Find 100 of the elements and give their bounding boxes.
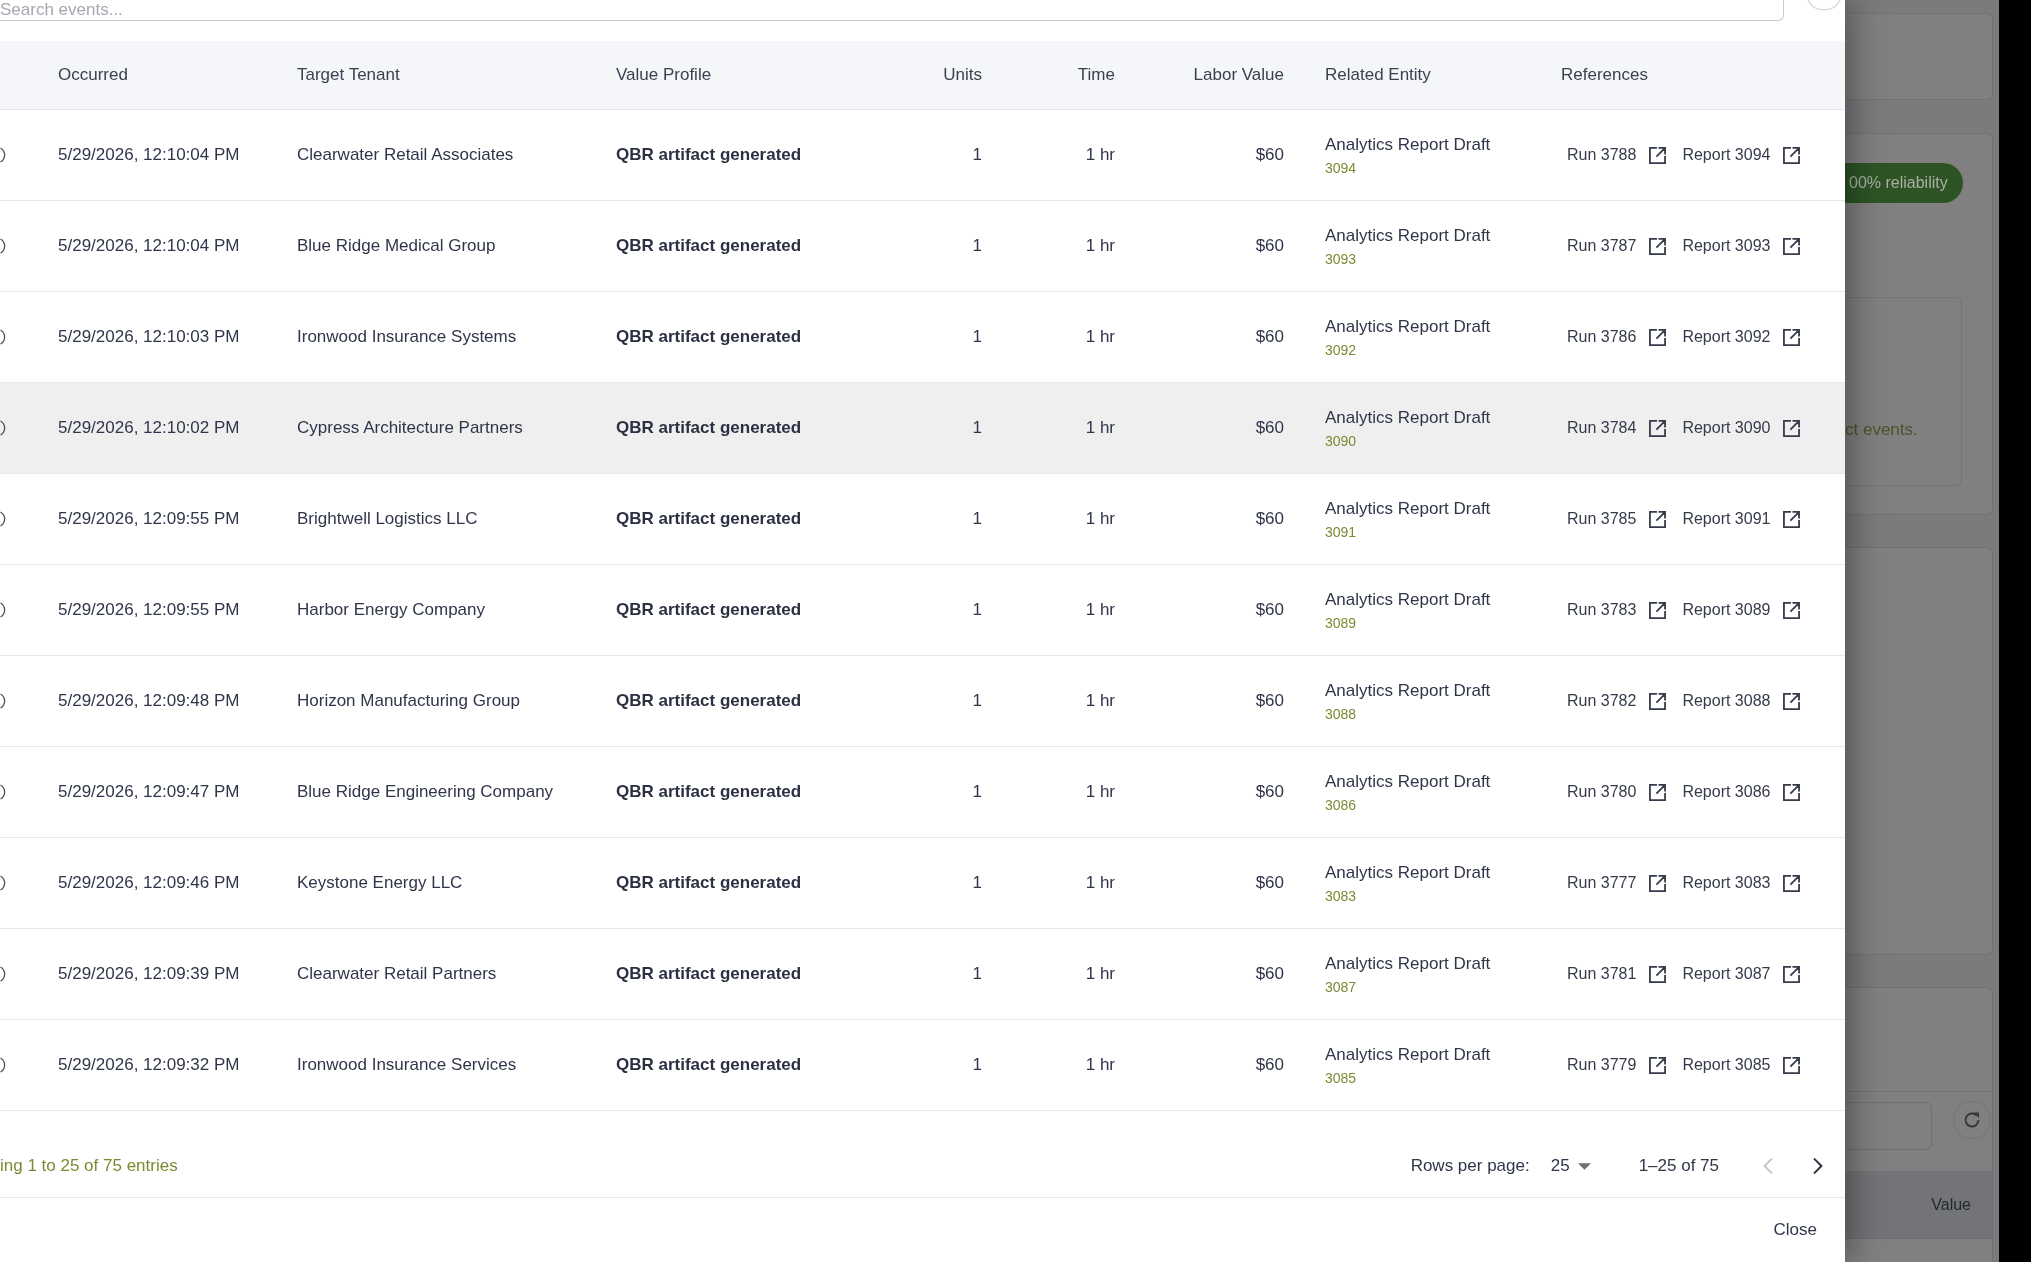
entity-name: Analytics Report Draft	[1325, 315, 1491, 338]
reference-link[interactable]: Report 3088	[1676, 689, 1807, 713]
chevron-left-icon	[1763, 1158, 1773, 1174]
reference-link[interactable]: Report 3087	[1676, 962, 1807, 986]
table-cell-text: 5/29/2026, 12:09:46 PM	[57, 872, 241, 894]
table-cell-text: $60	[1254, 599, 1285, 621]
table-cell-text: 1 hr	[1084, 690, 1116, 712]
table-cell-text: 1	[971, 963, 983, 985]
table-cell-text: 1 hr	[1084, 1054, 1116, 1076]
reference-link[interactable]: Run 3780	[1561, 780, 1673, 804]
reference-link[interactable]: Report 3083	[1676, 871, 1807, 895]
reference-link[interactable]: Run 3777	[1561, 871, 1673, 895]
reference-link[interactable]: Report 3090	[1676, 416, 1807, 440]
rows-per-page-select[interactable]: 25	[1550, 1155, 1591, 1177]
external-link-icon	[1649, 783, 1667, 801]
table-cell-text: $60	[1254, 326, 1285, 348]
search-field[interactable]: Search events...	[0, 0, 1784, 21]
reference-link[interactable]: Report 3085	[1676, 1053, 1807, 1077]
table-cell-text: 5/29/2026, 12:10:03 PM	[57, 326, 241, 348]
table-cell-text: Brightwell Logistics LLC	[296, 508, 479, 530]
reference-link[interactable]: Run 3785	[1561, 507, 1673, 531]
entity-id: 3093	[1325, 249, 1357, 268]
reference-link[interactable]: Run 3784	[1561, 416, 1673, 440]
entity-name: Analytics Report Draft	[1325, 133, 1491, 156]
table-cell-text: 1 hr	[1084, 144, 1116, 166]
caret-icon	[1577, 1162, 1591, 1170]
table-cell-text: $60	[1254, 872, 1285, 894]
table-cell-text: Clearwater Retail Partners	[296, 963, 498, 985]
table-cell-text: QBR artifact generated	[615, 508, 803, 530]
notice-text: ct events.	[1845, 419, 1918, 441]
entity-name: Analytics Report Draft	[1325, 497, 1491, 520]
reference-link[interactable]: Report 3091	[1676, 507, 1807, 531]
table-cell-text: Blue Ridge Engineering Company	[296, 781, 555, 803]
column-header: Occurred	[57, 64, 129, 86]
table-cell-text: Clearwater Retail Associates	[296, 144, 515, 166]
reference-link[interactable]: Report 3092	[1676, 325, 1807, 349]
entity-name: Analytics Report Draft	[1325, 588, 1491, 611]
reference-link[interactable]: Run 3786	[1561, 325, 1673, 349]
external-link-icon	[1783, 510, 1801, 528]
table-cell-text: 1	[971, 690, 983, 712]
reference-link[interactable]: Run 3782	[1561, 689, 1673, 713]
external-link-icon	[1783, 419, 1801, 437]
external-link-icon	[1649, 146, 1667, 164]
reference-link[interactable]: Report 3086	[1676, 780, 1807, 804]
refresh-icon	[1962, 1110, 1982, 1130]
table-cell-text: 1 hr	[1084, 872, 1116, 894]
table-cell-text: 1 hr	[1084, 508, 1116, 530]
column-header: Labor Value	[1192, 64, 1285, 86]
entries-summary: ing 1 to 25 of 75 entries	[0, 1155, 178, 1177]
reference-link[interactable]: Report 3093	[1676, 234, 1807, 258]
close-button[interactable]: Close	[1765, 1213, 1825, 1247]
entity-name: Analytics Report Draft	[1325, 952, 1491, 975]
reference-link[interactable]: Run 3788	[1561, 143, 1673, 167]
table-cell-text: $60	[1254, 963, 1285, 985]
entity-name: Analytics Report Draft	[1325, 679, 1491, 702]
table-cell-text: 5/29/2026, 12:09:55 PM	[57, 508, 241, 530]
external-link-icon	[1649, 237, 1667, 255]
arc-icon	[0, 784, 6, 800]
arc-icon	[1805, 0, 1843, 11]
external-link-icon	[1649, 328, 1667, 346]
entity-id: 3085	[1325, 1068, 1357, 1087]
table-cell-text: QBR artifact generated	[615, 963, 803, 985]
table-cell-text: $60	[1254, 235, 1285, 257]
table-cell-text: 5/29/2026, 12:09:47 PM	[57, 781, 241, 803]
reference-link[interactable]: Report 3089	[1676, 598, 1807, 622]
table-cell-text: Harbor Energy Company	[296, 599, 487, 621]
table-cell-text: Horizon Manufacturing Group	[296, 690, 521, 712]
reference-link[interactable]: Run 3783	[1561, 598, 1673, 622]
reference-link[interactable]: Run 3779	[1561, 1053, 1673, 1077]
external-link-icon	[1783, 692, 1801, 710]
table-cell-text: $60	[1254, 690, 1285, 712]
entity-id: 3091	[1325, 522, 1357, 541]
arc-icon	[0, 329, 6, 345]
table-cell-text: 1 hr	[1084, 963, 1116, 985]
entity-id: 3089	[1325, 613, 1357, 632]
entity-id: 3088	[1325, 704, 1357, 723]
table-cell-text: QBR artifact generated	[615, 326, 803, 348]
reference-link[interactable]: Report 3094	[1676, 143, 1807, 167]
reference-link[interactable]: Run 3781	[1561, 962, 1673, 986]
arc-icon	[0, 693, 6, 709]
table-cell-text: Ironwood Insurance Services	[296, 1054, 518, 1076]
table-cell-text: QBR artifact generated	[615, 781, 803, 803]
table-cell-text: 1 hr	[1084, 326, 1116, 348]
table-cell-text: QBR artifact generated	[615, 417, 803, 439]
table-cell-text: 1	[971, 144, 983, 166]
entity-name: Analytics Report Draft	[1325, 224, 1491, 247]
table-cell-text: $60	[1254, 781, 1285, 803]
external-link-icon	[1783, 783, 1801, 801]
table-cell-text: QBR artifact generated	[615, 690, 803, 712]
external-link-icon	[1783, 146, 1801, 164]
external-link-icon	[1649, 965, 1667, 983]
table-cell-text: QBR artifact generated	[615, 144, 803, 166]
external-link-icon	[1649, 1056, 1667, 1074]
table-cell-text: 1	[971, 508, 983, 530]
arc-icon	[0, 147, 6, 163]
reference-link[interactable]: Run 3787	[1561, 234, 1673, 258]
table-cell-text: QBR artifact generated	[615, 599, 803, 621]
entity-id: 3083	[1325, 886, 1357, 905]
table-cell-text: 1	[971, 417, 983, 439]
reliability-badge: 00% reliability	[1845, 163, 1963, 203]
